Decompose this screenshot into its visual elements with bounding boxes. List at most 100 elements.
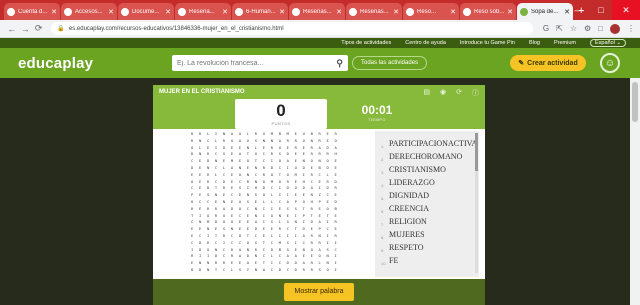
browser-tab[interactable]: Reso sob... ✕ — [460, 3, 516, 20]
grid-row[interactable]: O C C E N E A S E L L C A P O H P E D — [191, 199, 338, 206]
grid-row[interactable]: D N R C S E A T U I R S D E E R R R H — [191, 151, 338, 158]
tab-favicon-icon — [64, 7, 72, 16]
grid-row[interactable]: E E R L C E O N C R O T O M I R C L E — [191, 172, 338, 179]
browser-tab[interactable]: Resena... ✕ — [175, 3, 231, 20]
grid-row[interactable]: R I I D C R A D N C L C A A E E O N I — [191, 253, 338, 260]
language-select[interactable]: Español ⌄ — [589, 39, 626, 47]
browser-tab[interactable]: Reso... ✕ — [403, 3, 459, 20]
maximize-icon[interactable]: □ — [590, 0, 612, 20]
menu-icon[interactable]: ⋮ — [627, 24, 635, 34]
word-list-scrollbar-thumb[interactable] — [475, 133, 478, 171]
tab-label: Accesos... — [75, 8, 103, 15]
link-blog[interactable]: Blog — [529, 40, 540, 46]
grid-row[interactable]: E C I T R C D T C E L I I I A R N I R — [191, 233, 338, 240]
eye-icon[interactable]: ◉ — [440, 88, 446, 98]
forward-icon[interactable]: → — [18, 24, 31, 34]
tab-close-icon[interactable]: ✕ — [222, 8, 228, 16]
grid-row[interactable]: R E R R A D O C N I I E S S T R E O B — [191, 206, 338, 213]
restart-icon[interactable]: ⟳ — [456, 88, 462, 98]
fullscreen-icon[interactable]: ▤ — [423, 88, 430, 98]
tab-favicon-icon — [349, 7, 357, 16]
link-premium[interactable]: Premium — [554, 40, 576, 46]
grid-row[interactable]: D R L I N A A L R U M B M E U B R E R — [191, 131, 338, 138]
grid-row[interactable]: E E N E S N E E D E E R C T D E P C E — [191, 226, 338, 233]
tab-favicon-icon — [121, 7, 129, 16]
grid-row[interactable]: C E D T R E S C H D C I D O D A I D R — [191, 185, 338, 192]
google-icon[interactable]: G — [543, 24, 549, 34]
all-activities-button[interactable]: Todas las actividades — [352, 56, 428, 70]
game-body: D R L I N A A L R U M B M E U B R E RR N… — [153, 129, 485, 279]
grid-row[interactable]: I D O N C R A N R I D B S E B O A S C — [191, 247, 338, 254]
minimize-icon[interactable]: — — [568, 0, 590, 20]
grid-row[interactable]: C E D N E M E O T C I O A E N O N O E — [191, 158, 338, 165]
url-text: es.educaplay.com/recursos-educativos/138… — [68, 25, 284, 32]
browser-tab[interactable]: Sopa de... ✕ — [517, 3, 573, 20]
url-field[interactable]: 🔒 es.educaplay.com/recursos-educativos/1… — [51, 22, 533, 35]
grid-row[interactable]: D E N C L A N E N R D C I O D E B D E — [191, 165, 338, 172]
tab-favicon-icon — [178, 7, 186, 16]
link-activity-types[interactable]: Tipos de actividades — [341, 40, 391, 46]
tab-close-icon[interactable]: ✕ — [51, 8, 57, 16]
link-help-center[interactable]: Centro de ayuda — [405, 40, 446, 46]
word-list-item: 6. CREENCIA — [381, 204, 479, 217]
word-list-item: 10. FE — [381, 256, 479, 269]
score-value: 0 — [276, 101, 286, 120]
share-icon[interactable]: ⇱ — [556, 24, 563, 34]
page-scrollbar[interactable] — [630, 78, 640, 305]
profile-avatar-icon[interactable] — [610, 23, 620, 34]
browser-tab[interactable]: Accesos... ✕ — [61, 3, 117, 20]
game-footer: Mostrar palabra — [153, 279, 485, 305]
word-list-item: 8. MUJERES — [381, 230, 479, 243]
tab-favicon-icon — [463, 7, 471, 16]
grid-row[interactable]: P E S N E C E N S O L I I E E N Z C E — [191, 192, 338, 199]
create-activity-button[interactable]: ✎ Crear actividad — [510, 55, 586, 71]
tab-label: 6-Human... — [246, 8, 276, 15]
word-list-scrollbar[interactable] — [475, 133, 478, 273]
tab-label: Resenas... — [303, 8, 332, 15]
chevron-down-icon: ⌄ — [616, 40, 621, 46]
tab-favicon-icon — [520, 7, 528, 16]
window-controls: — □ ✕ — [568, 0, 640, 20]
browser-tab[interactable]: Docume... ✕ — [118, 3, 174, 20]
back-icon[interactable]: ← — [5, 24, 18, 34]
tab-close-icon[interactable]: ✕ — [507, 8, 513, 16]
grid-row[interactable]: E N N R R E E A E T I C D D A R L N I — [191, 260, 338, 267]
letter-grid[interactable]: D R L I N A A L R U M B M E U B R E RR N… — [191, 131, 338, 274]
tab-close-icon[interactable]: ✕ — [108, 8, 114, 16]
tab-close-icon[interactable]: ✕ — [165, 8, 171, 16]
word-text: RELIGION — [389, 217, 427, 226]
grid-row[interactable]: C N M D O O E E A I S L S N I D A I R — [191, 219, 338, 226]
tab-close-icon[interactable]: ✕ — [450, 8, 456, 16]
browser-tab[interactable]: Resenas... ✕ — [346, 3, 402, 20]
word-number: 3. — [381, 170, 385, 175]
browser-tab[interactable]: Resenas... ✕ — [289, 3, 345, 20]
tab-close-icon[interactable]: ✕ — [279, 8, 285, 16]
educaplay-logo[interactable]: educaplay — [18, 55, 93, 72]
show-word-button[interactable]: Mostrar palabra — [284, 283, 354, 301]
grid-row[interactable]: O L E I D E E N L E R U E R E R A D A — [191, 145, 338, 152]
star-icon[interactable]: ☆ — [570, 24, 577, 34]
search-icon[interactable]: ⚲ — [336, 58, 343, 69]
grid-row[interactable]: D D N T C L S Y N A I D C D R R S O I — [191, 267, 338, 274]
extensions-icon[interactable]: ⚙ — [584, 24, 591, 34]
create-activity-label: Crear actividad — [527, 59, 578, 67]
grid-row[interactable]: T I O R U E C E N I O N E I P T E T E — [191, 213, 338, 220]
tab-close-icon[interactable]: ✕ — [336, 8, 342, 16]
grid-row[interactable]: O E R C D E C R N O M O R E H C E R D — [191, 179, 338, 186]
info-icon[interactable]: ⓘ — [472, 88, 479, 98]
grid-row[interactable]: C D R C I C C O S T C M S I C R R I I — [191, 240, 338, 247]
link-game-pin[interactable]: Introduce tu Game Pin — [460, 40, 515, 46]
word-search-game: MUJER EN EL CRISTIANISMO ▤ ◉ ⟳ ⓘ 0 PUNTO… — [153, 85, 485, 305]
search-input[interactable] — [177, 59, 337, 67]
browser-tab[interactable]: Cuenta d... ✕ — [4, 3, 60, 20]
tab-close-icon[interactable]: ✕ — [393, 8, 399, 16]
word-list-item: 1. PARTICIPACIONACTIVA — [381, 139, 479, 152]
close-window-icon[interactable]: ✕ — [612, 0, 640, 20]
browser-tab[interactable]: 6-Human... ✕ — [232, 3, 288, 20]
word-list-item: 2. DERECHOROMANO — [381, 152, 479, 165]
user-avatar-icon[interactable]: ☺ — [600, 53, 620, 73]
sidepanel-icon[interactable]: □ — [598, 24, 603, 34]
grid-row[interactable]: R N C L R U A U S N N A R R O N R E O — [191, 138, 338, 145]
page-scrollbar-thumb[interactable] — [632, 82, 638, 122]
reload-icon[interactable]: ⟳ — [32, 23, 45, 34]
